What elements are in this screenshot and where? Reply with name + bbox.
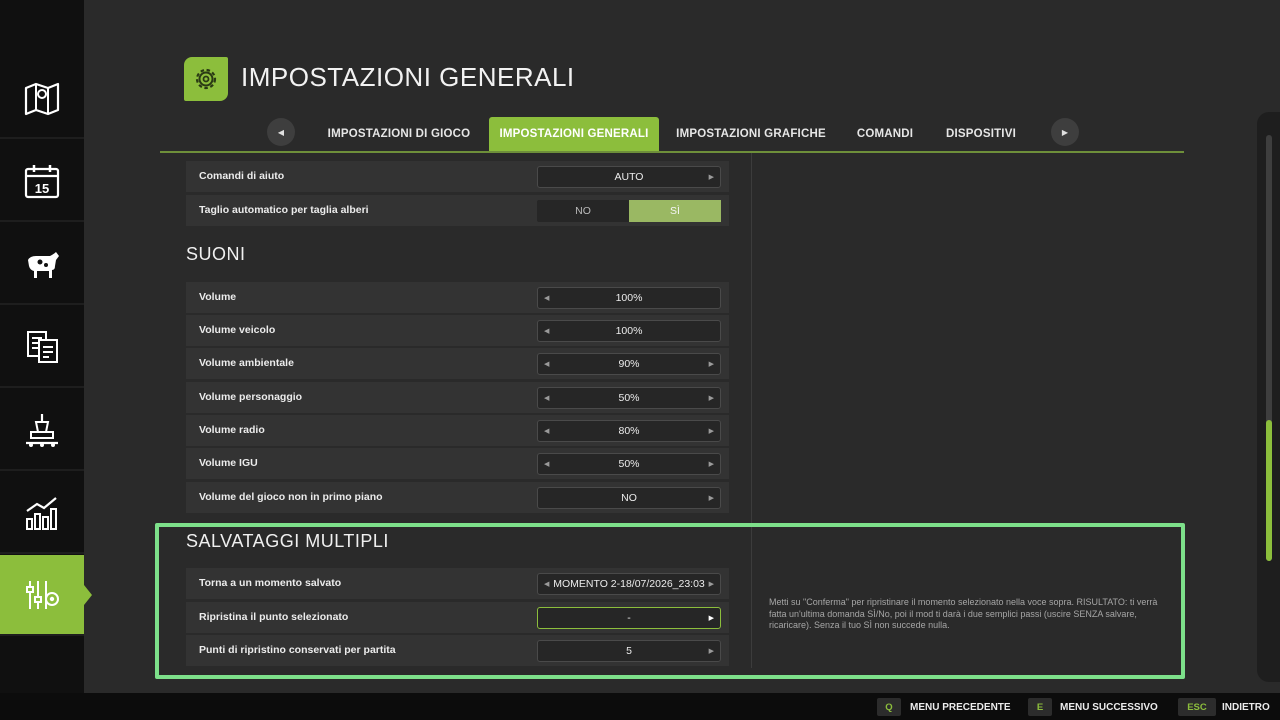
vehicle-volume-selector[interactable]: ◀ 100% bbox=[537, 320, 721, 342]
setting-row-ambient-volume[interactable]: Volume ambientale ◀ 90% ▶ bbox=[186, 348, 729, 379]
toggle-option-no[interactable]: NO bbox=[537, 200, 629, 222]
key-esc[interactable]: ESC bbox=[1178, 698, 1216, 716]
gui-volume-selector[interactable]: ◀ 50% ▶ bbox=[537, 453, 721, 475]
setting-row-vehicle-volume[interactable]: Volume veicolo ◀ 100% bbox=[186, 315, 729, 346]
selector-value: NO bbox=[621, 492, 637, 504]
sidebar: 15 bbox=[0, 0, 92, 693]
selector-value: 100% bbox=[615, 325, 643, 337]
section-highlight-box bbox=[155, 523, 1185, 679]
contracts-icon bbox=[27, 330, 58, 363]
tab-game-settings[interactable]: IMPOSTAZIONI DI GIOCO bbox=[313, 117, 485, 151]
setting-label: Volume IGU bbox=[199, 457, 258, 469]
tab-general-settings[interactable]: IMPOSTAZIONI GENERALI bbox=[489, 117, 659, 151]
setting-label: Comandi di aiuto bbox=[199, 170, 285, 182]
sidebar-item-map[interactable] bbox=[0, 58, 84, 139]
setting-label: Volume radio bbox=[199, 424, 265, 436]
calendar-icon: 15 bbox=[24, 164, 60, 198]
back-label[interactable]: INDIETRO bbox=[1222, 702, 1270, 713]
selector-value: 90% bbox=[618, 358, 640, 370]
sidebar-item-settings[interactable] bbox=[0, 555, 92, 636]
sidebar-item-statistics[interactable] bbox=[0, 473, 84, 554]
title-gear-icon bbox=[184, 57, 228, 101]
volume-selector[interactable]: ◀ 100% bbox=[537, 287, 721, 309]
selector-value: 50% bbox=[618, 392, 640, 404]
arrow-right-icon[interactable]: ▶ bbox=[709, 394, 714, 402]
sidebar-item-animals[interactable] bbox=[0, 224, 84, 305]
setting-label: Taglio automatico per taglia alberi bbox=[199, 204, 369, 216]
setting-row-gui-volume[interactable]: Volume IGU ◀ 50% ▶ bbox=[186, 448, 729, 479]
arrow-right-icon[interactable]: ▶ bbox=[709, 173, 714, 181]
background-volume-selector[interactable]: NO ▶ bbox=[537, 487, 721, 509]
calendar-day: 15 bbox=[35, 181, 49, 196]
selector-value: 80% bbox=[618, 425, 640, 437]
settings-icon bbox=[26, 580, 59, 609]
key-q[interactable]: Q bbox=[877, 698, 901, 716]
sidebar-item-calendar[interactable]: 15 bbox=[0, 141, 84, 222]
setting-label: Volume veicolo bbox=[199, 324, 276, 336]
help-commands-selector[interactable]: AUTO ▶ bbox=[537, 166, 721, 188]
ambient-volume-selector[interactable]: ◀ 90% ▶ bbox=[537, 353, 721, 375]
selector-value: 100% bbox=[615, 292, 643, 304]
toggle-option-yes[interactable]: SÌ bbox=[629, 200, 721, 222]
tab-graphics-settings[interactable]: IMPOSTAZIONI GRAFICHE bbox=[665, 117, 837, 151]
sidebar-item-production[interactable] bbox=[0, 390, 84, 471]
arrow-right-icon[interactable]: ▶ bbox=[709, 494, 714, 502]
statistics-icon bbox=[26, 496, 57, 530]
setting-row-help-commands[interactable]: Comandi di aiuto AUTO ▶ bbox=[186, 161, 729, 192]
sidebar-item-contracts[interactable] bbox=[0, 307, 84, 388]
menu-next-label[interactable]: MENU SUCCESSIVO bbox=[1060, 702, 1158, 713]
arrow-right-icon[interactable]: ▶ bbox=[709, 360, 714, 368]
setting-label: Volume personaggio bbox=[199, 391, 303, 403]
tab-devices[interactable]: DISPOSITIVI bbox=[933, 117, 1029, 151]
auto-tree-cut-toggle[interactable]: NO SÌ bbox=[537, 200, 721, 222]
setting-row-volume[interactable]: Volume ◀ 100% bbox=[186, 282, 729, 313]
scrollbar-thumb[interactable] bbox=[1266, 420, 1272, 561]
setting-label: Volume del gioco non in primo piano bbox=[199, 491, 383, 503]
gear-icon bbox=[195, 68, 217, 90]
setting-row-auto-tree-cut[interactable]: Taglio automatico per taglia alberi NO S… bbox=[186, 195, 729, 226]
setting-row-character-volume[interactable]: Volume personaggio ◀ 50% ▶ bbox=[186, 382, 729, 413]
arrow-right-icon[interactable]: ▶ bbox=[709, 427, 714, 435]
setting-row-background-volume[interactable]: Volume del gioco non in primo piano NO ▶ bbox=[186, 482, 729, 513]
section-title-sounds: SUONI bbox=[186, 244, 246, 264]
tab-controls[interactable]: COMANDI bbox=[843, 117, 927, 151]
arrow-right-icon[interactable]: ▶ bbox=[709, 460, 714, 468]
tab-next-button[interactable]: ▶ bbox=[1051, 118, 1079, 146]
menu-previous-label[interactable]: MENU PRECEDENTE bbox=[910, 702, 1011, 713]
key-e[interactable]: E bbox=[1028, 698, 1052, 716]
setting-label: Volume bbox=[199, 291, 237, 303]
page-title: IMPOSTAZIONI GENERALI bbox=[241, 62, 575, 92]
active-indicator-arrow bbox=[84, 585, 92, 605]
radio-volume-selector[interactable]: ◀ 80% ▶ bbox=[537, 420, 721, 442]
character-volume-selector[interactable]: ◀ 50% ▶ bbox=[537, 387, 721, 409]
selector-value: AUTO bbox=[614, 171, 644, 183]
tab-divider bbox=[160, 151, 1184, 153]
map-icon bbox=[24, 82, 60, 115]
setting-row-radio-volume[interactable]: Volume radio ◀ 80% ▶ bbox=[186, 415, 729, 446]
cow-icon bbox=[28, 251, 59, 278]
production-icon bbox=[26, 413, 58, 447]
setting-label: Volume ambientale bbox=[199, 357, 294, 369]
selector-value: 50% bbox=[618, 458, 640, 470]
tab-prev-button[interactable]: ◀ bbox=[267, 118, 295, 146]
